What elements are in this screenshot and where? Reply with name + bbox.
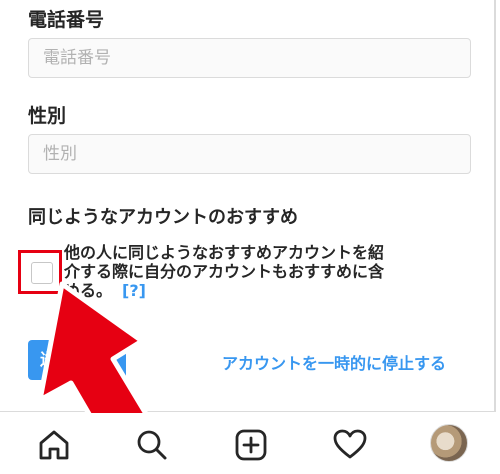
heart-icon[interactable] bbox=[332, 427, 368, 463]
gender-label: 性別 bbox=[28, 105, 67, 127]
phone-input[interactable] bbox=[28, 38, 471, 78]
plus-square-icon[interactable] bbox=[233, 427, 269, 463]
edit-profile-form: 電話番号 性別 同じようなアカウントのおすすめ 他の人に同じようなおすすめアカウ… bbox=[0, 0, 496, 412]
similar-accounts-description: 他の人に同じようなおすすめアカウントを紹介する際に自分のアカウントもおすすめに含… bbox=[64, 243, 394, 300]
search-icon[interactable] bbox=[134, 427, 170, 463]
gender-input[interactable] bbox=[28, 134, 471, 174]
submit-button[interactable]: 送信 bbox=[28, 340, 126, 380]
deactivate-account-link[interactable]: アカウントを一時的に停止する bbox=[222, 350, 446, 374]
home-icon[interactable] bbox=[36, 427, 72, 463]
phone-label: 電話番号 bbox=[28, 9, 105, 31]
similar-accounts-title: 同じようなアカウントのおすすめ bbox=[28, 207, 298, 228]
avatar[interactable] bbox=[430, 424, 468, 462]
bottom-nav bbox=[0, 413, 500, 474]
description-text: 他の人に同じようなおすすめアカウントを紹介する際に自分のアカウントもおすすめに含… bbox=[64, 243, 385, 300]
highlight-box bbox=[18, 250, 62, 294]
help-link[interactable]: [?] bbox=[122, 281, 146, 300]
